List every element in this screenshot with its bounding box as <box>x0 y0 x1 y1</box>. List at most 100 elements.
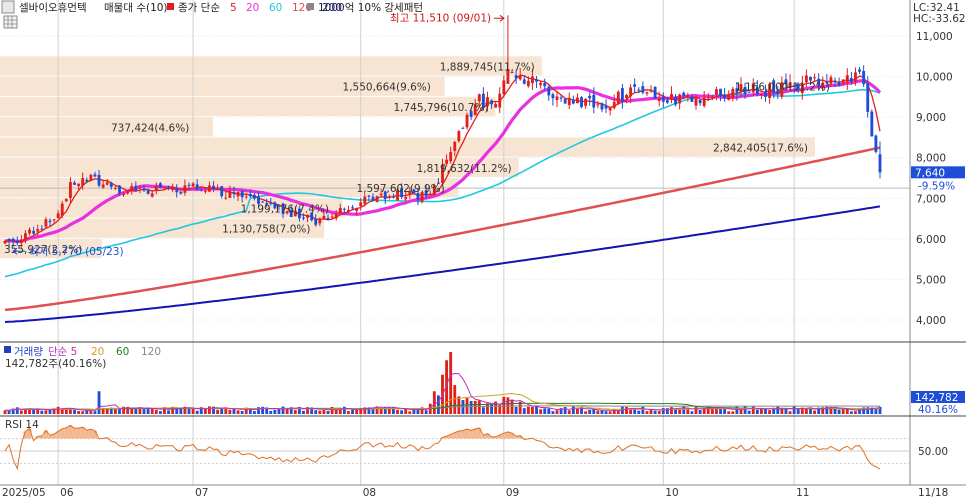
candle-body <box>477 94 481 102</box>
volume-legend-item[interactable]: 거래량 <box>14 346 43 358</box>
volume-legend-item[interactable]: 60 <box>116 346 129 358</box>
candle-body <box>698 100 702 104</box>
date-tick-label: 11 <box>796 487 809 498</box>
candle-body <box>404 197 408 200</box>
volume-bar <box>28 409 31 414</box>
candle-body <box>167 186 170 188</box>
volume-legend-item[interactable]: 20 <box>91 346 104 358</box>
volume-bar <box>77 411 81 414</box>
volume-legend-item[interactable]: 단순 5 <box>48 346 77 358</box>
volume-bar <box>747 410 751 414</box>
candle-body <box>833 80 837 82</box>
volume-bar <box>784 409 788 414</box>
volume-current-tag: 142,78240.16% <box>911 391 965 416</box>
candle-body <box>449 152 453 162</box>
price-tick-label: 6,000 <box>916 234 946 246</box>
volume-bar <box>522 408 526 414</box>
panel-label[interactable]: 매물대 수(10) <box>104 2 168 14</box>
volume-bar <box>216 409 220 414</box>
candle-body <box>854 72 857 82</box>
ma-period-60[interactable]: 60 <box>269 2 282 14</box>
candle-body <box>575 97 579 104</box>
volume-bar <box>616 410 620 414</box>
volume-bar <box>436 395 440 414</box>
volume-bar <box>396 409 399 414</box>
date-tick-label: 09 <box>506 487 519 498</box>
candle-body <box>183 185 187 193</box>
candle-body <box>322 215 326 220</box>
volume-bar <box>81 411 85 414</box>
volume-bar <box>326 411 330 414</box>
candle-body <box>24 233 27 241</box>
date-tick-label: 06 <box>60 487 74 498</box>
volume-bar <box>334 409 338 414</box>
candle-body <box>661 96 665 102</box>
candle-body <box>490 100 493 105</box>
ma-period-20[interactable]: 20 <box>246 2 259 14</box>
candle-body <box>179 191 183 194</box>
volume-bar <box>809 409 812 414</box>
volume-bar <box>73 409 76 414</box>
price-tick-label: 7,000 <box>916 193 946 205</box>
volume-bar <box>567 410 571 414</box>
ma-legend-label[interactable]: 종가 단순 <box>178 2 220 14</box>
candle-body <box>715 89 718 95</box>
volume-bar <box>678 409 682 414</box>
volume-legend-marker <box>4 346 11 353</box>
price-tick-label: 10,000 <box>916 72 953 84</box>
stock-chart[interactable]: 1,889,745(11.7%) 1,550,664(9.6%) 1,745,796… <box>0 0 966 498</box>
volume-bar <box>203 408 207 414</box>
candle-body <box>457 131 461 141</box>
candle-body <box>48 220 52 222</box>
volume-bar <box>764 408 767 414</box>
candle-body <box>580 97 583 108</box>
volume-profile-label: 1,745,796(10.7%) <box>393 102 488 114</box>
window-icon[interactable] <box>1 0 15 14</box>
candle-body <box>719 88 722 96</box>
volume-profile-bar <box>0 137 815 157</box>
candle-body <box>36 229 40 232</box>
candle-body <box>32 230 36 234</box>
candle-body <box>232 191 236 194</box>
volume-bar <box>588 409 592 414</box>
candle-body <box>584 98 588 106</box>
candle-body <box>809 76 812 81</box>
candle-body <box>392 196 395 198</box>
volume-bar <box>469 400 473 414</box>
candle-body <box>236 192 240 197</box>
candle-body <box>122 193 126 196</box>
candle-body <box>813 77 817 79</box>
candle-body <box>620 88 624 102</box>
volume-bar <box>134 409 138 414</box>
volume-profile-extra-label: 1,166,000(11.2%) <box>735 82 830 94</box>
volume-bar <box>551 411 555 414</box>
volume-panel <box>3 352 882 414</box>
stock-name[interactable]: 셀바이오휴먼텍 <box>19 2 87 14</box>
candle-body <box>535 79 538 82</box>
candle-body <box>592 94 596 108</box>
volume-bar <box>322 409 326 414</box>
volume-bar <box>526 406 530 414</box>
volume-bar <box>727 411 731 414</box>
volume-legend: 거래량 단순 5 20 60 120 <box>4 346 161 358</box>
volume-profile-label: 737,424(4.6%) <box>111 122 189 134</box>
candle-body <box>171 187 175 190</box>
volume-bar <box>719 408 722 414</box>
ma-period-5[interactable]: 5 <box>230 2 237 14</box>
volume-bar <box>302 410 305 414</box>
candle-body <box>240 191 244 198</box>
grid-toggle-icon[interactable] <box>3 15 18 29</box>
candle-body <box>203 190 207 192</box>
volume-legend-item[interactable]: 120 <box>141 346 161 358</box>
volume-bar <box>318 410 322 414</box>
volume-bar <box>97 391 101 414</box>
candle-body <box>686 95 690 97</box>
candle-body <box>142 188 146 191</box>
volume-bar <box>113 409 117 414</box>
candle-body <box>637 89 641 91</box>
candle-body <box>216 188 220 190</box>
volume-bar <box>449 352 453 414</box>
candle-body <box>710 96 714 98</box>
volume-bar <box>743 406 747 414</box>
candle-body <box>60 203 64 216</box>
